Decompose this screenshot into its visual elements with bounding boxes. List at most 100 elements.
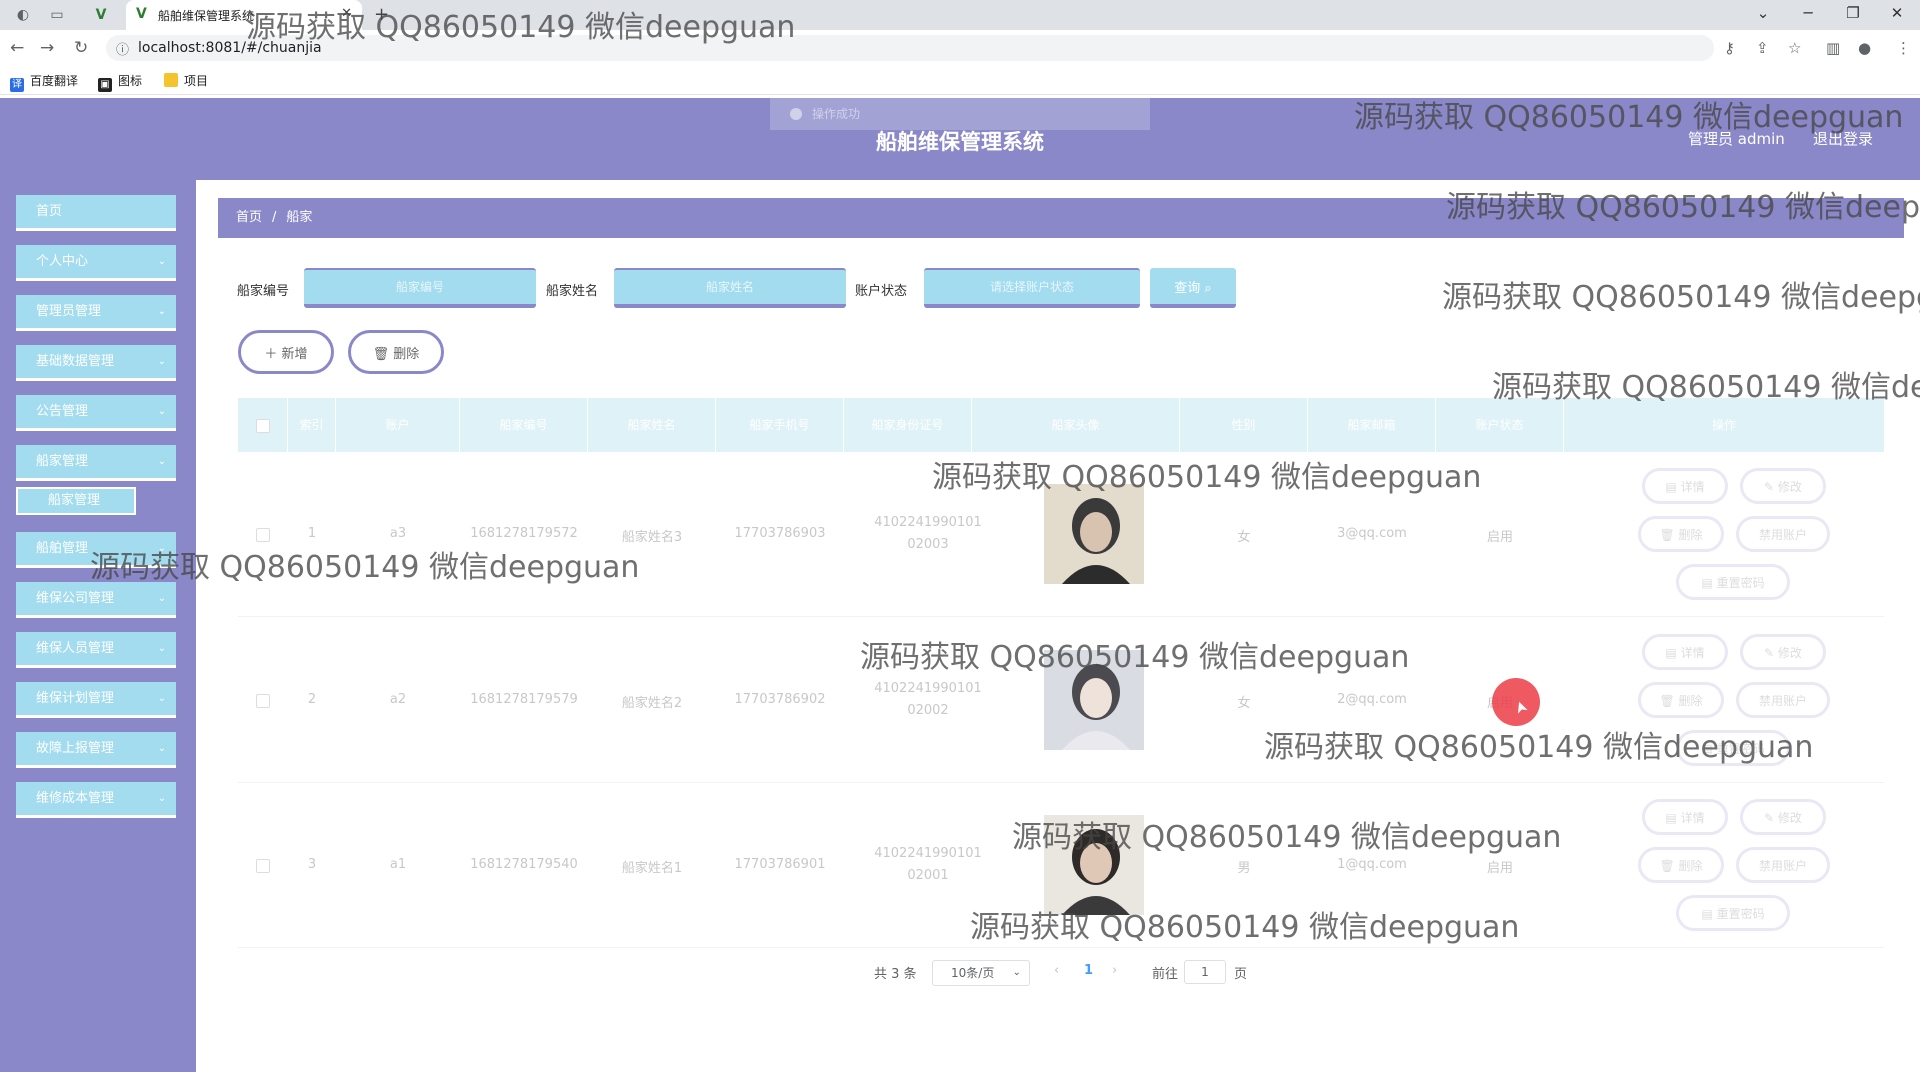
page-size-select[interactable]: 10条/页 ⌄ [932, 960, 1030, 986]
status-select[interactable] [924, 268, 1140, 308]
cell-code: 1681278179572 [470, 526, 578, 541]
row-reset-label: 重置密码 [1716, 906, 1765, 921]
page-number-current[interactable]: 1 [1084, 963, 1093, 978]
row-delete-button[interactable]: 🗑 删除 [1638, 682, 1724, 718]
page-unit-label: 页 [1234, 967, 1248, 982]
cell-index: 1 [307, 526, 317, 541]
url-text[interactable]: localhost:8081/#/chuanjia [138, 40, 322, 56]
row-delete-icon: 🗑 [1659, 527, 1679, 542]
tab-title: 船舶维保管理系统 [158, 9, 255, 23]
password-key-icon[interactable]: ⚷ [1724, 39, 1735, 57]
tab-search-icon[interactable]: ⌄ [1748, 4, 1778, 22]
sidebar-item[interactable]: 船家管理 ⌄ [16, 445, 176, 481]
sidebar-subitem-active[interactable]: 船家管理 [16, 487, 136, 515]
site-info-icon[interactable]: ⓘ [116, 39, 129, 58]
row-detail-button[interactable]: ▤ 详情 [1642, 634, 1728, 670]
sidebar-item[interactable]: 维保人员管理 ⌄ [16, 632, 176, 668]
cell-name: 船家姓名2 [621, 696, 683, 711]
sidebar-item[interactable]: 公告管理 ⌄ [16, 395, 176, 431]
share-icon[interactable]: ⇪ [1756, 39, 1769, 57]
avatar [1044, 815, 1144, 915]
browser-menu-icon[interactable]: ◐ [12, 4, 34, 26]
reload-icon[interactable]: ↻ [74, 38, 88, 58]
row-disable-button[interactable]: 禁用账户 [1736, 516, 1830, 552]
row-edit-button[interactable]: ✎ 修改 [1740, 634, 1826, 670]
sidebar-item[interactable]: 个人中心 ⌄ [16, 245, 176, 281]
add-button[interactable]: ＋ 新增 [238, 330, 334, 374]
sidebar-item[interactable]: 船舶管理 ⌄ [16, 532, 176, 568]
col-code: 船家编号 [460, 398, 588, 452]
more-menu-icon[interactable]: ⋮ [1896, 39, 1911, 57]
forward-icon[interactable]: → [40, 38, 54, 58]
row-detail-button[interactable]: ▤ 详情 [1642, 468, 1728, 504]
row-checkbox[interactable] [256, 859, 270, 873]
sidebar-item[interactable]: 维保计划管理 ⌄ [16, 682, 176, 718]
sidebar-item[interactable]: 故障上报管理 ⌄ [16, 732, 176, 768]
omnibox[interactable]: ⓘ localhost:8081/#/chuanjia [106, 35, 1714, 61]
prev-page-icon[interactable]: ‹ [1054, 963, 1059, 978]
row-delete-label: 删除 [1678, 858, 1703, 873]
row-delete-button[interactable]: 🗑 删除 [1638, 847, 1724, 883]
name-search-input[interactable] [614, 268, 846, 308]
new-tab-icon[interactable]: + [374, 4, 389, 25]
tab-strip-icon[interactable]: ▭ [46, 4, 68, 26]
browser-tab-active[interactable]: V 船舶维保管理系统 ✕ [126, 0, 362, 30]
vue-tab-icon[interactable]: V [90, 4, 112, 26]
bookmark-baidu-translate[interactable]: 译百度翻译 [10, 72, 78, 92]
cell-phone: 17703786902 [734, 692, 826, 707]
bookmark-project[interactable]: 项目 [164, 72, 208, 89]
row-reset-button[interactable]: ▤ 重置密码 [1676, 895, 1790, 931]
row-reset-icon: ▤ [1701, 741, 1717, 756]
sidebar-item[interactable]: 首页 [16, 195, 176, 231]
cell-index: 2 [307, 692, 317, 707]
side-panel-icon[interactable]: ▥ [1826, 39, 1840, 57]
profile-icon[interactable]: ● [1858, 39, 1871, 57]
chevron-down-icon: ⌄ [157, 793, 166, 804]
row-edit-label: 修改 [1777, 810, 1802, 825]
row-reset-button[interactable]: ▤ 重置密码 [1676, 730, 1790, 766]
tab-close-icon[interactable]: ✕ [341, 6, 352, 21]
row-edit-button[interactable]: ✎ 修改 [1740, 468, 1826, 504]
close-window-icon[interactable]: ✕ [1882, 4, 1912, 22]
cell-gender: 女 [1237, 696, 1251, 711]
breadcrumb-home[interactable]: 首页 [236, 210, 262, 225]
chevron-down-icon: ⌄ [157, 456, 166, 467]
sidebar-item[interactable]: 基础数据管理 ⌄ [16, 345, 176, 381]
next-page-icon[interactable]: › [1112, 963, 1117, 978]
status-label: 账户状态 [855, 284, 908, 299]
row-checkbox[interactable] [256, 528, 270, 542]
restore-icon[interactable]: ❐ [1838, 4, 1868, 22]
sidebar-item[interactable]: 维修成本管理 ⌄ [16, 782, 176, 818]
batch-delete-button[interactable]: 🗑 删除 [348, 330, 444, 374]
code-search-input[interactable] [304, 268, 536, 308]
id-card-line: 02002 [907, 703, 949, 718]
goto-page-input[interactable]: 1 [1184, 960, 1226, 984]
select-all-checkbox[interactable] [256, 419, 270, 433]
row-edit-button[interactable]: ✎ 修改 [1740, 799, 1826, 835]
query-button[interactable]: 查询 ⌕ [1150, 268, 1236, 308]
row-reset-button[interactable]: ▤ 重置密码 [1676, 564, 1790, 600]
row-disable-button[interactable]: 禁用账户 [1736, 847, 1830, 883]
bookmark-icons[interactable]: ▣ 图标 [98, 72, 142, 92]
back-icon[interactable]: ← [10, 38, 24, 58]
row-detail-button[interactable]: ▤ 详情 [1642, 799, 1728, 835]
sidebar-item[interactable]: 管理员管理 ⌄ [16, 295, 176, 331]
logout-link[interactable]: 退出登录 [1813, 128, 1873, 149]
chevron-down-icon: ⌄ [157, 306, 166, 317]
row-disable-button[interactable]: 禁用账户 [1736, 682, 1830, 718]
minimize-icon[interactable]: ─ [1793, 4, 1823, 22]
sidebar-item-label: 维保人员管理 [36, 641, 115, 656]
row-checkbox[interactable] [256, 694, 270, 708]
col-avatar: 船家头像 [972, 398, 1180, 452]
cell-gender: 女 [1237, 530, 1251, 545]
cell-code: 1681278179540 [470, 857, 578, 872]
row-delete-button[interactable]: 🗑 删除 [1638, 516, 1724, 552]
sidebar-item-label: 管理员管理 [36, 304, 102, 319]
chevron-down-icon: ⌄ [157, 256, 166, 267]
chevron-down-icon: ⌄ [157, 743, 166, 754]
row-disable-label: 禁用账户 [1758, 527, 1807, 542]
bookmark-star-icon[interactable]: ☆ [1788, 39, 1801, 57]
sidebar-item[interactable]: 维保公司管理 ⌄ [16, 582, 176, 618]
cell-index: 3 [307, 857, 317, 872]
id-card-line: 4102241990101 [874, 515, 982, 530]
